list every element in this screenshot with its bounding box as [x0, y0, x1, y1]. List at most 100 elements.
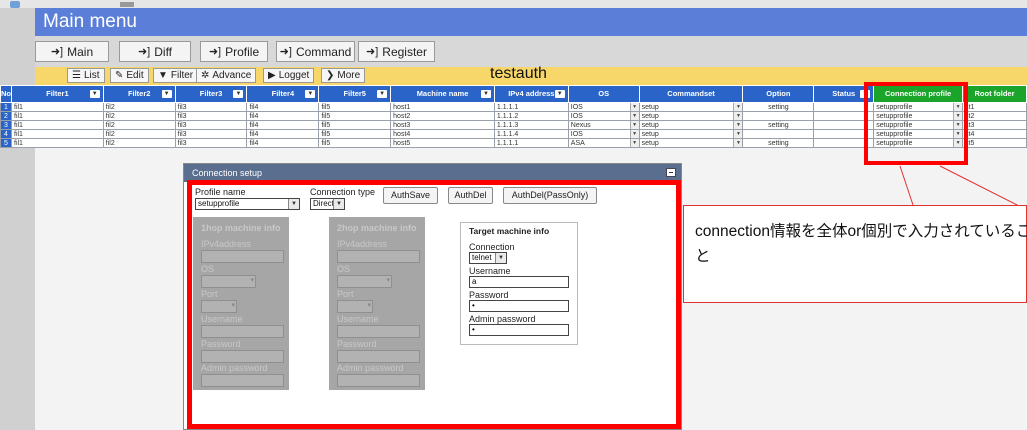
cell-name-value: host3 [393, 121, 411, 129]
logget-button[interactable]: ▶ Logget [263, 68, 315, 83]
cell-opt [742, 111, 815, 121]
cell-os-value: IOS [570, 112, 583, 120]
cell-f1-value: fil1 [14, 112, 23, 120]
chevron-down-icon: ▼ [629, 121, 639, 129]
cell-opt [742, 129, 815, 139]
cell-opt: setting [742, 102, 815, 112]
cell-f2: fil2 [102, 138, 176, 148]
cell-ip: 1.1.1.1 [493, 102, 569, 112]
chevron-down-icon: ▼ [629, 139, 639, 147]
logget-label: Logget [278, 70, 310, 81]
chevron-down-icon[interactable]: ▼ [89, 90, 100, 98]
nav-profile-button[interactable]: ➜] Profile [200, 41, 268, 62]
cell-name-value: host5 [393, 139, 411, 147]
login-arrow-icon: ➜] [208, 46, 222, 58]
row-number: 5 [0, 138, 12, 148]
col-header-os: OS [567, 85, 640, 103]
cell-f4: fil4 [246, 120, 320, 130]
advance-button[interactable]: ✲ Advance [196, 68, 257, 83]
cell-os-select[interactable]: IOS ▼ [567, 102, 640, 112]
cell-name: host5 [390, 138, 495, 148]
col-header-machine-name[interactable]: Machine name ▼ [390, 85, 495, 103]
more-button[interactable]: ❯ More [321, 68, 366, 83]
col-header-filter3[interactable]: Filter3 ▼ [174, 85, 248, 103]
chevron-down-icon[interactable]: ▼ [161, 90, 172, 98]
edit-label: Edit [126, 70, 144, 81]
cell-f3: fil3 [174, 120, 248, 130]
table-name: testauth [490, 65, 547, 82]
cell-f4-value: fil4 [249, 139, 259, 147]
cell-cmd-select[interactable]: setup ▼ [638, 129, 744, 139]
login-arrow-icon: ➜] [50, 46, 64, 58]
cell-cmd-select[interactable]: setup ▼ [638, 138, 744, 148]
window-control-icon[interactable] [120, 2, 134, 7]
cell-root: st4 [962, 129, 1027, 139]
minimize-icon[interactable] [666, 168, 676, 177]
col-header-commandset: Commandset [638, 85, 744, 103]
chevron-down-icon[interactable]: ▼ [480, 90, 491, 98]
cell-cmd-select[interactable]: setup ▼ [638, 120, 744, 130]
col-header-filter1[interactable]: Filter1 ▼ [11, 85, 104, 103]
cell-f2-value: fil2 [105, 139, 115, 147]
cell-cmd-value: setup [641, 103, 659, 111]
col-header-filter4[interactable]: Filter4 ▼ [246, 85, 320, 103]
cell-name: host4 [390, 129, 495, 139]
cell-f2-value: fil2 [105, 103, 115, 111]
cell-f5-value: fil5 [321, 121, 331, 129]
cell-os-select[interactable]: Nexus ▼ [567, 120, 640, 130]
cell-f3: fil3 [174, 138, 248, 148]
cell-cmd-value: setup [641, 112, 659, 120]
list-button[interactable]: ☰ List [67, 68, 105, 83]
edit-button[interactable]: ✎ Edit [110, 68, 149, 83]
cell-os-select[interactable]: IOS ▼ [567, 111, 640, 121]
nav-command-button[interactable]: ➜] Command [276, 41, 355, 62]
app-page: Main menu ➜] Main ➜] Diff ➜] Profile ➜] Comm… [0, 0, 1027, 430]
col-header-label: Filter5 [343, 89, 366, 98]
nav-main-button[interactable]: ➜] Main [35, 41, 109, 62]
cell-f1: fil1 [11, 129, 104, 139]
filter-label: Filter [170, 70, 194, 81]
chevron-down-icon[interactable]: ▼ [554, 90, 565, 98]
chevron-down-icon[interactable]: ▼ [377, 90, 388, 98]
col-header-label: IPv4 address [508, 89, 555, 98]
cell-f1: fil1 [11, 102, 104, 112]
cell-ip-value: 1.1.1.2 [496, 112, 519, 120]
callout-text: connection情報を全体or個別で入力されていること [695, 223, 1027, 265]
nav-register-button[interactable]: ➜] Register [358, 41, 435, 62]
cell-f3-value: fil3 [177, 130, 187, 138]
chevron-down-icon: ▼ [629, 112, 639, 120]
cell-f3: fil3 [174, 111, 248, 121]
cell-f2-value: fil2 [105, 130, 115, 138]
cell-root: st1 [962, 102, 1027, 112]
cell-f2-value: fil2 [105, 112, 115, 120]
nav-profile-label: Profile [225, 44, 260, 59]
chevron-down-icon[interactable]: ▼ [233, 90, 244, 98]
cell-ip: 1.1.1.1 [493, 138, 569, 148]
nav-bar: ➜] Main ➜] Diff ➜] Profile ➜] Command ➜] Regi… [35, 36, 1027, 67]
filter-button[interactable]: ▼ Filter [153, 68, 199, 83]
cell-f5: fil5 [318, 102, 392, 112]
cell-f3-value: fil3 [177, 112, 187, 120]
cell-f3: fil3 [174, 102, 248, 112]
cell-os-select[interactable]: IOS ▼ [567, 129, 640, 139]
chevron-down-icon[interactable]: ▼ [305, 90, 316, 98]
cell-f3-value: fil3 [177, 121, 187, 129]
nav-diff-label: Diff [154, 44, 173, 59]
nav-diff-button[interactable]: ➜] Diff [119, 41, 191, 62]
cell-f1-value: fil1 [14, 103, 23, 111]
cell-name: host2 [390, 111, 495, 121]
cell-cmd-select[interactable]: setup ▼ [638, 102, 744, 112]
cell-f3-value: fil3 [177, 139, 187, 147]
edit-icon: ✎ [115, 70, 124, 81]
cell-os-select[interactable]: ASA ▼ [567, 138, 640, 148]
col-header-label: Filter1 [46, 89, 69, 98]
col-header-filter5[interactable]: Filter5 ▼ [318, 85, 392, 103]
col-header-filter2[interactable]: Filter2 ▼ [102, 85, 176, 103]
col-header-root-folder: Root folder [962, 85, 1027, 103]
row-number: 3 [0, 120, 12, 130]
cell-f4-value: fil4 [249, 103, 259, 111]
col-header-ipv4[interactable]: IPv4 address ▼ [493, 85, 569, 103]
cell-cmd-select[interactable]: setup ▼ [638, 111, 744, 121]
dialog-highlight [187, 180, 681, 429]
cell-f1-value: fil1 [14, 121, 23, 129]
